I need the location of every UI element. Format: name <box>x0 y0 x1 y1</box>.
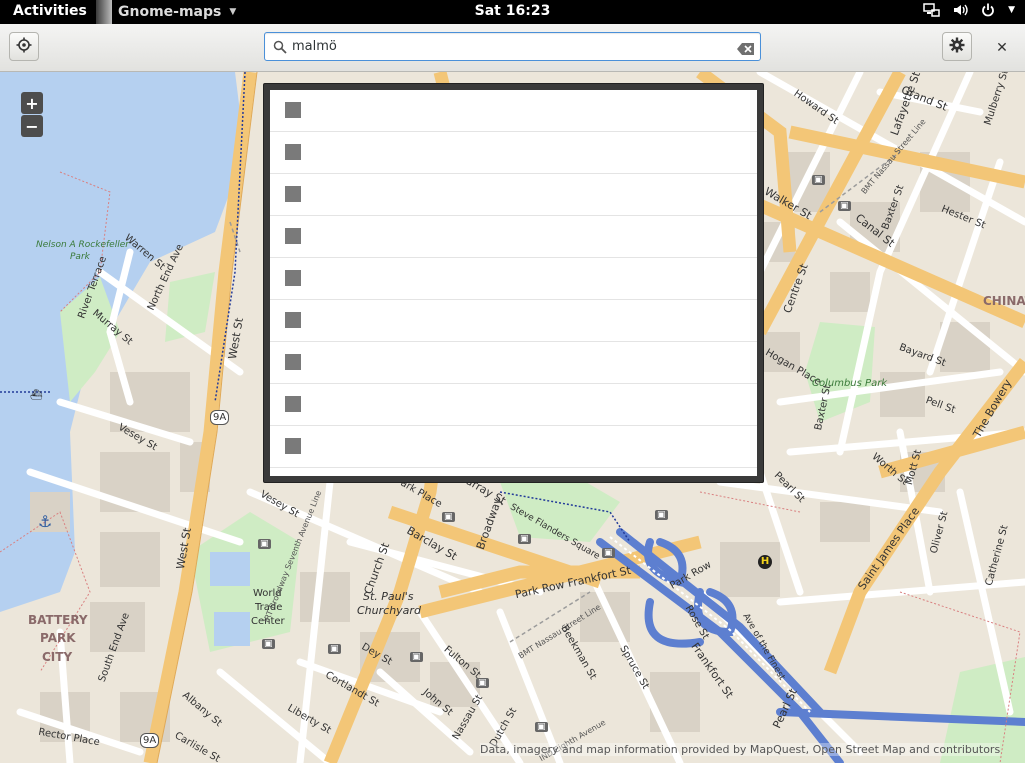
clock[interactable]: Sat 16:23 <box>0 3 1025 19</box>
map-view[interactable]: Nelson A Rockefeller Park Warren St Nort… <box>0 72 1025 763</box>
map-label: Nelson A Rockefeller <box>36 240 129 250</box>
top-panel: Activities Gnome-maps ▼ Sat 16:23 ▼ <box>0 0 1025 24</box>
search-results-popover <box>263 83 764 483</box>
locate-button[interactable] <box>9 32 39 61</box>
list-item[interactable] <box>270 300 757 342</box>
place-icon <box>285 312 301 328</box>
place-icon <box>285 354 301 370</box>
route-shield: 9A <box>140 733 160 748</box>
map-label: Park <box>70 252 90 262</box>
gear-icon <box>949 37 965 57</box>
list-item[interactable] <box>270 426 757 468</box>
zoom-out-button[interactable]: − <box>21 115 43 137</box>
subway-icon: ▣ <box>328 644 341 654</box>
hospital-icon: H <box>758 555 772 569</box>
power-icon[interactable] <box>980 2 996 18</box>
map-label: CHINAT <box>983 294 1025 308</box>
search-icon <box>273 39 287 58</box>
place-icon <box>285 270 301 286</box>
map-label: CITY <box>42 650 73 664</box>
zoom-controls: + − <box>21 92 43 137</box>
header-bar: ✕ <box>0 24 1025 72</box>
network-icon[interactable] <box>923 2 940 18</box>
list-item[interactable] <box>270 258 757 300</box>
map-label: Churchyard <box>357 604 421 617</box>
chevron-down-icon[interactable]: ▼ <box>1008 5 1015 15</box>
list-item[interactable] <box>270 174 757 216</box>
map-label: PARK <box>40 631 76 645</box>
list-item[interactable] <box>270 90 757 132</box>
subway-icon: ▣ <box>518 534 531 544</box>
close-button[interactable]: ✕ <box>993 39 1011 57</box>
subway-icon: ▣ <box>838 201 851 211</box>
subway-icon: ▣ <box>602 548 615 558</box>
list-item[interactable] <box>270 342 757 384</box>
place-icon <box>285 438 301 454</box>
clear-text-icon[interactable] <box>737 40 754 59</box>
map-label: St. Paul's <box>363 590 414 603</box>
place-icon <box>285 228 301 244</box>
crosshair-icon <box>16 37 32 57</box>
map-attribution: Data, imagery and map information provid… <box>480 743 1001 756</box>
place-icon <box>285 396 301 412</box>
list-item[interactable] <box>270 216 757 258</box>
ferry-icon: ⛴ <box>30 390 43 401</box>
system-tray[interactable]: ▼ <box>923 2 1015 18</box>
zoom-in-button[interactable]: + <box>21 92 43 114</box>
place-icon <box>285 102 301 118</box>
search-results-list[interactable] <box>270 90 757 476</box>
search-field[interactable] <box>264 32 761 61</box>
list-item[interactable] <box>270 384 757 426</box>
map-label: BATTERY <box>28 613 88 627</box>
subway-icon: ▣ <box>812 175 825 185</box>
volume-icon[interactable] <box>952 2 968 18</box>
search-input[interactable] <box>292 37 732 56</box>
subway-icon: ▣ <box>410 652 423 662</box>
subway-icon: ▣ <box>535 722 548 732</box>
list-item[interactable] <box>270 132 757 174</box>
subway-icon: ▣ <box>442 512 455 522</box>
subway-icon: ▣ <box>655 510 668 520</box>
close-icon: ✕ <box>996 40 1008 56</box>
route-shield: 9A <box>210 410 230 425</box>
subway-icon: ▣ <box>258 539 271 549</box>
subway-icon: ▣ <box>262 639 275 649</box>
place-icon <box>285 186 301 202</box>
place-icon <box>285 144 301 160</box>
settings-button[interactable] <box>942 32 972 61</box>
anchor-icon: ⚓ <box>38 512 53 531</box>
subway-icon: ▣ <box>476 678 489 688</box>
